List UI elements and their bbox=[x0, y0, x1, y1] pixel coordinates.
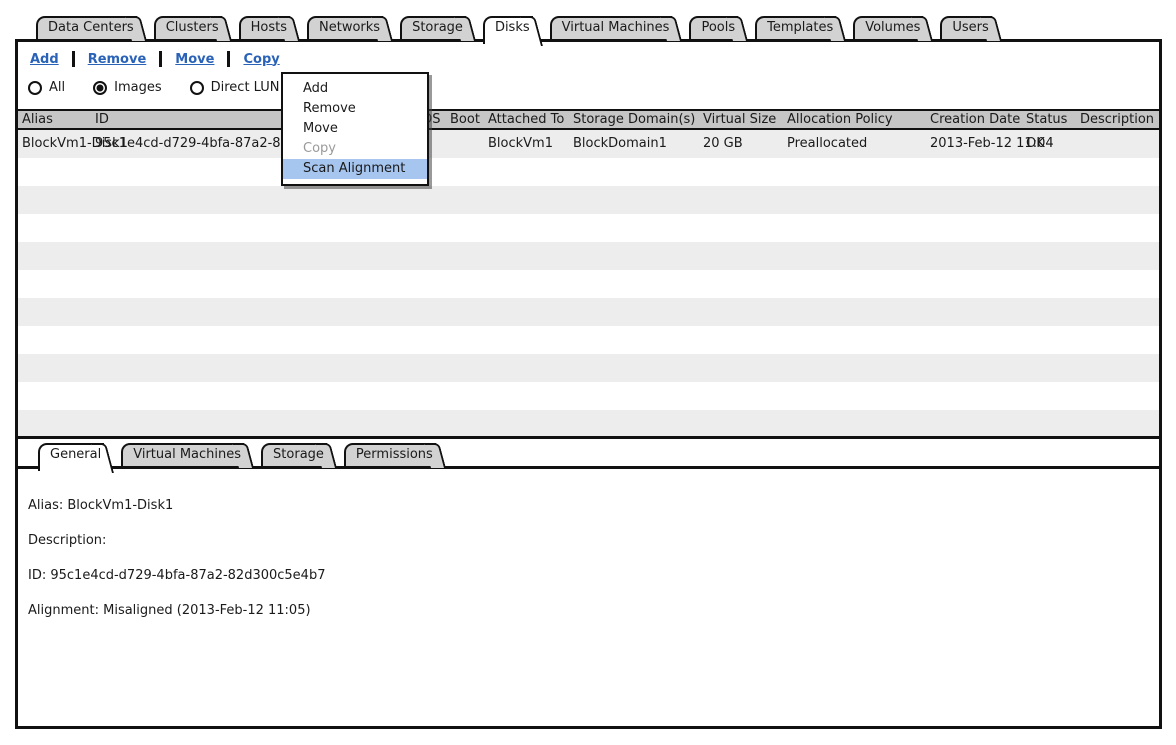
detail-alignment: Alignment: Misaligned (2013-Feb-12 11:05… bbox=[28, 603, 311, 618]
cell-attached-to: BlockVm1 bbox=[488, 130, 553, 158]
column-header-attached-to[interactable]: Attached To bbox=[488, 111, 564, 128]
cell-status: OK bbox=[1026, 130, 1045, 158]
detail-id: ID: 95c1e4cd-d729-4bfa-87a2-82d300c5e4b7 bbox=[28, 568, 325, 583]
tab-label: Permissions bbox=[356, 447, 433, 462]
tab-detail-virtual-machines[interactable]: Virtual Machines bbox=[121, 443, 244, 466]
tab-label: Disks bbox=[495, 20, 530, 35]
menu-item-remove[interactable]: Remove bbox=[283, 99, 427, 119]
remove-button[interactable]: Remove bbox=[88, 52, 147, 67]
tab-disks[interactable]: Disks bbox=[483, 16, 533, 44]
tab-label: General bbox=[50, 447, 101, 462]
menu-item-copy: Copy bbox=[283, 139, 427, 159]
copy-button[interactable]: Copy bbox=[243, 52, 279, 67]
tab-label: Templates bbox=[767, 20, 833, 35]
move-button[interactable]: Move bbox=[175, 52, 214, 67]
tab-networks[interactable]: Networks bbox=[307, 16, 383, 39]
tab-users[interactable]: Users bbox=[940, 16, 991, 39]
toolbar-separator bbox=[227, 51, 230, 67]
menu-item-move[interactable]: Move bbox=[283, 119, 427, 139]
add-button[interactable]: Add bbox=[30, 52, 59, 67]
column-header-storage-domains[interactable]: Storage Domain(s) bbox=[573, 111, 695, 128]
tab-clusters[interactable]: Clusters bbox=[154, 16, 222, 39]
main-tab-bar: Data Centers Clusters Hosts Networks Sto… bbox=[36, 16, 1009, 44]
admin-portal-window: Data Centers Clusters Hosts Networks Sto… bbox=[0, 0, 1176, 745]
tab-label: Users bbox=[952, 20, 988, 35]
detail-tab-bar: General Virtual Machines Storage Permiss… bbox=[38, 443, 453, 471]
tab-permissions[interactable]: Permissions bbox=[344, 443, 436, 466]
radio-all[interactable]: All bbox=[28, 80, 65, 95]
tab-detail-storage[interactable]: Storage bbox=[261, 443, 327, 466]
column-header-description[interactable]: Description bbox=[1080, 111, 1154, 128]
radio-selected-icon bbox=[93, 81, 107, 95]
tab-general[interactable]: General bbox=[38, 443, 104, 471]
column-header-allocation-policy[interactable]: Allocation Policy bbox=[787, 111, 893, 128]
disks-grid-body: BlockVm1-Disk1 95c1e4cd-d729-4bfa-87a2-8… bbox=[18, 130, 1159, 439]
radio-label: Direct LUN bbox=[211, 80, 280, 95]
tab-data-centers[interactable]: Data Centers bbox=[36, 16, 137, 39]
column-header-id[interactable]: ID bbox=[95, 111, 109, 128]
tab-label: Volumes bbox=[865, 20, 920, 35]
menu-item-add[interactable]: Add bbox=[283, 79, 427, 99]
tab-templates[interactable]: Templates bbox=[755, 16, 836, 39]
detail-description: Description: bbox=[28, 533, 106, 548]
tab-label: Virtual Machines bbox=[133, 447, 241, 462]
cell-allocation-policy: Preallocated bbox=[787, 130, 867, 158]
tab-label: Hosts bbox=[251, 20, 287, 35]
tab-virtual-machines[interactable]: Virtual Machines bbox=[550, 16, 673, 39]
toolbar-separator bbox=[72, 51, 75, 67]
tab-label: Clusters bbox=[166, 20, 219, 35]
cell-virtual-size: 20 GB bbox=[703, 130, 743, 158]
radio-label: Images bbox=[114, 80, 162, 95]
cell-storage-domains: BlockDomain1 bbox=[573, 130, 667, 158]
menu-item-scan-alignment[interactable]: Scan Alignment bbox=[283, 159, 427, 179]
radio-label: All bbox=[49, 80, 65, 95]
tab-pools[interactable]: Pools bbox=[689, 16, 738, 39]
column-header-boot[interactable]: Boot bbox=[450, 111, 480, 128]
tab-hosts[interactable]: Hosts bbox=[239, 16, 290, 39]
tab-label: Storage bbox=[412, 20, 463, 35]
radio-unselected-icon bbox=[190, 81, 204, 95]
disk-type-filter: All Images Direct LUN bbox=[28, 80, 280, 95]
context-menu: Add Remove Move Copy Scan Alignment bbox=[281, 72, 429, 186]
disk-toolbar: Add Remove Move Copy bbox=[30, 51, 280, 67]
tab-label: Virtual Machines bbox=[562, 20, 670, 35]
radio-direct-lun[interactable]: Direct LUN bbox=[190, 80, 280, 95]
detail-alias: Alias: BlockVm1-Disk1 bbox=[28, 498, 173, 513]
column-header-alias[interactable]: Alias bbox=[22, 111, 53, 128]
radio-unselected-icon bbox=[28, 81, 42, 95]
column-header-creation-date[interactable]: Creation Date bbox=[930, 111, 1020, 128]
tab-storage[interactable]: Storage bbox=[400, 16, 466, 39]
toolbar-separator bbox=[159, 51, 162, 67]
radio-images[interactable]: Images bbox=[93, 80, 162, 95]
column-header-status[interactable]: Status bbox=[1026, 111, 1067, 128]
tab-label: Storage bbox=[273, 447, 324, 462]
tab-label: Networks bbox=[319, 20, 380, 35]
tab-label: Pools bbox=[701, 20, 735, 35]
tab-volumes[interactable]: Volumes bbox=[853, 16, 923, 39]
table-row[interactable]: BlockVm1-Disk1 95c1e4cd-d729-4bfa-87a2-8… bbox=[18, 130, 1159, 158]
column-header-virtual-size[interactable]: Virtual Size bbox=[703, 111, 776, 128]
tab-label: Data Centers bbox=[48, 20, 134, 35]
disks-grid-header: Alias ID OS Boot Attached To Storage Dom… bbox=[18, 109, 1159, 130]
